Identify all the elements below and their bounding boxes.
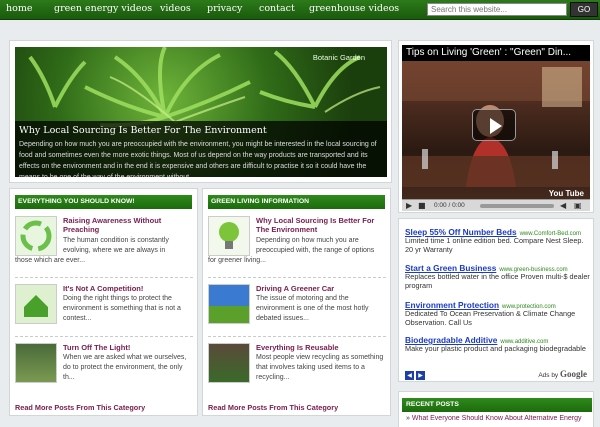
- google-logo: Google: [560, 369, 587, 379]
- nav-videos[interactable]: videos: [160, 3, 191, 14]
- featured-text: Depending on how much you are preoccupie…: [19, 141, 377, 177]
- post-excerpt: Most people view recycling as something …: [256, 354, 384, 381]
- post-title[interactable]: Raising Awareness Without Preaching: [63, 216, 193, 234]
- post-title[interactable]: Everything Is Reusable: [256, 343, 386, 352]
- search-input[interactable]: [427, 3, 567, 16]
- divider: [15, 336, 193, 337]
- post-excerpt: Doing the right things to protect the en…: [63, 295, 181, 322]
- recycle-icon[interactable]: [15, 216, 57, 256]
- featured-overlay: Why Local Sourcing Is Better For The Env…: [15, 121, 387, 177]
- list-item: Driving A Greener Car The issue of motor…: [208, 284, 386, 330]
- post-excerpt: The issue of motoring and the environmen…: [256, 295, 369, 322]
- play-button[interactable]: [472, 109, 516, 141]
- garden-photo-icon[interactable]: [15, 343, 57, 383]
- category-panel-2: GREEN LIVING INFORMATION Why Local Sourc…: [202, 188, 391, 416]
- category-heading-2: GREEN LIVING INFORMATION: [208, 195, 385, 209]
- read-more-link[interactable]: Read More Posts From This Category: [208, 403, 338, 412]
- top-nav: home green energy videos videos privacy …: [0, 0, 600, 20]
- green-bulb-icon[interactable]: [208, 216, 250, 256]
- youtube-logo[interactable]: You Tube: [549, 189, 584, 198]
- nav-contact[interactable]: contact: [259, 3, 295, 14]
- fullscreen-icon[interactable]: ▣: [574, 201, 582, 210]
- read-more-link[interactable]: Read More Posts From This Category: [15, 403, 145, 412]
- featured-image-tag: Botanic Garden: [312, 53, 365, 62]
- list-item: Why Local Sourcing Is Better For The Env…: [208, 216, 386, 276]
- ads-by-label: Ads by: [538, 372, 559, 379]
- list-item: Raising Awareness Without Preaching The …: [15, 216, 193, 276]
- featured-panel: Botanic Garden Why Local Sourcing Is Bet…: [9, 40, 392, 183]
- ads-by-google[interactable]: Ads by Google: [538, 369, 587, 379]
- ad-text: Replaces bottled water in the office Pro…: [405, 272, 590, 290]
- post-excerpt-cont: for greener living...: [208, 257, 266, 264]
- nav-greenhouse-videos[interactable]: greenhouse videos: [309, 3, 399, 14]
- post-title[interactable]: Why Local Sourcing Is Better For The Env…: [256, 216, 386, 234]
- nav-green-energy-videos[interactable]: green energy videos: [54, 3, 152, 14]
- video-title[interactable]: Tips on Living 'Green' : "Green" Din...: [402, 45, 590, 61]
- ads-panel: Sleep 55% Off Number Beds www.Comfort-Bed…: [398, 218, 594, 382]
- post-excerpt: Depending on how much you are preoccupie…: [256, 237, 375, 254]
- video-player[interactable]: You Tube ▶ ■ 0:00 / 0:00 ◀ ▣: [402, 61, 590, 211]
- featured-image[interactable]: Botanic Garden Why Local Sourcing Is Bet…: [15, 47, 387, 177]
- volume-icon[interactable]: ◀: [560, 201, 566, 210]
- ad-next-icon[interactable]: ▶: [416, 371, 425, 380]
- recent-post-link[interactable]: What Everyone Should Know About Alternat…: [412, 415, 582, 422]
- video-controls: ▶ ■ 0:00 / 0:00 ◀ ▣: [402, 199, 590, 211]
- post-title[interactable]: It's Not A Competition!: [63, 284, 193, 293]
- video-panel: Tips on Living 'Green' : "Green" Din... …: [398, 40, 594, 213]
- search-button[interactable]: GO: [570, 2, 598, 17]
- ad-text: Dedicated To Ocean Preservation & Climat…: [405, 309, 576, 327]
- plants-photo-icon[interactable]: [208, 343, 250, 383]
- recent-post-item: » What Everyone Should Know About Altern…: [406, 415, 582, 422]
- ad-prev-icon[interactable]: ◀: [405, 371, 414, 380]
- divider: [208, 277, 386, 278]
- stop-icon[interactable]: ■: [418, 201, 426, 210]
- post-title[interactable]: Turn Off The Light!: [63, 343, 193, 352]
- nav-privacy[interactable]: privacy: [207, 3, 242, 14]
- recent-posts-panel: RECENT POSTS » What Everyone Should Know…: [398, 391, 594, 427]
- featured-title[interactable]: Why Local Sourcing Is Better For The Env…: [19, 125, 383, 136]
- post-excerpt: The human condition is constantly evolvi…: [63, 237, 169, 254]
- play-icon[interactable]: ▶: [406, 201, 412, 210]
- post-excerpt-cont: those which are ever...: [15, 257, 86, 264]
- post-title[interactable]: Driving A Greener Car: [256, 284, 386, 293]
- video-time: 0:00 / 0:00: [434, 202, 465, 209]
- ad-text: Make your plastic product and packaging …: [405, 344, 586, 353]
- divider: [15, 277, 193, 278]
- green-house-icon[interactable]: [15, 284, 57, 324]
- post-excerpt: When we are asked what we ourselves, do …: [63, 354, 187, 381]
- sky-field-photo-icon[interactable]: [208, 284, 250, 324]
- category-heading-1: EVERYTHING YOU SHOULD KNOW!: [15, 195, 192, 209]
- list-item: Everything Is Reusable Most people view …: [208, 343, 386, 389]
- ad-text: Limited time 1 online edition bed. Compa…: [405, 236, 584, 254]
- divider: [208, 336, 386, 337]
- recent-posts-heading: RECENT POSTS: [402, 398, 592, 412]
- category-panel-1: EVERYTHING YOU SHOULD KNOW! Raising Awar…: [9, 188, 198, 416]
- list-item: Turn Off The Light! When we are asked wh…: [15, 343, 193, 389]
- nav-home[interactable]: home: [6, 3, 32, 14]
- list-item: It's Not A Competition! Doing the right …: [15, 284, 193, 330]
- video-seek-bar[interactable]: [480, 204, 554, 208]
